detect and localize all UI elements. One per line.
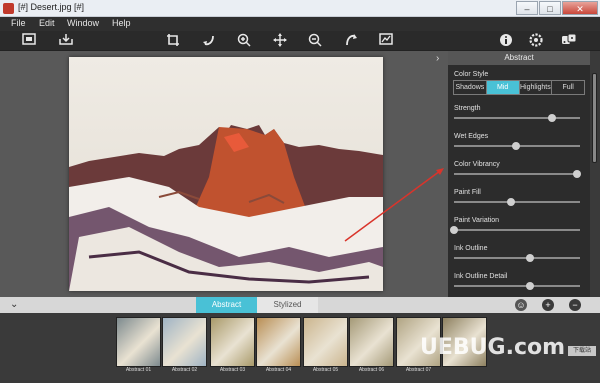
- color-style-full[interactable]: Full: [552, 81, 584, 94]
- strength-slider-handle[interactable]: [548, 114, 557, 122]
- color-style-label: Color Style: [454, 71, 489, 78]
- paint-variation-slider-handle[interactable]: [450, 226, 458, 234]
- ink-outline-detail-slider[interactable]: [454, 282, 580, 290]
- rotate-right-icon[interactable]: [343, 33, 359, 49]
- save-icon[interactable]: [58, 33, 74, 49]
- preset-thumbnail[interactable]: [116, 317, 161, 367]
- collapse-presets-chevron-icon[interactable]: ⌄: [10, 299, 18, 310]
- preset-thumbnail[interactable]: [162, 317, 207, 367]
- paint-fill-label: Paint Fill: [454, 189, 481, 196]
- remove-preset-button[interactable]: −: [569, 299, 581, 311]
- preset-thumbnail[interactable]: [210, 317, 255, 367]
- menu-bar: File Edit Window Help: [0, 17, 600, 31]
- preset-thumbnail[interactable]: [256, 317, 301, 367]
- watermark-badge: 下载站: [568, 346, 596, 356]
- tab-stylized[interactable]: Stylized: [257, 297, 318, 313]
- menu-edit[interactable]: Edit: [39, 18, 55, 28]
- ink-outline-slider[interactable]: [454, 254, 580, 262]
- preset-thumbnail[interactable]: [349, 317, 394, 367]
- settings-icon[interactable]: [528, 33, 544, 49]
- preset-bar: ⌄ Abstract Stylized ☺ + −: [0, 297, 600, 313]
- preset-caption: Abstract 01: [125, 367, 152, 373]
- tab-abstract[interactable]: Abstract: [196, 297, 257, 313]
- canvas-area[interactable]: [0, 51, 448, 297]
- fit-view-icon[interactable]: [21, 33, 37, 49]
- menu-file[interactable]: File: [11, 18, 26, 28]
- strength-label: Strength: [454, 105, 481, 112]
- wet-edges-slider-handle[interactable]: [511, 142, 520, 150]
- preset-library-icon[interactable]: ☺: [515, 299, 527, 311]
- paint-variation-slider[interactable]: [450, 226, 580, 234]
- preset-caption: Abstract 05: [312, 367, 339, 373]
- compare-icon[interactable]: [378, 33, 394, 49]
- minimize-button[interactable]: –: [516, 1, 538, 15]
- rotate-left-icon[interactable]: [201, 33, 217, 49]
- color-style-highlights[interactable]: Highlights: [520, 81, 553, 94]
- toolbar: [0, 31, 600, 51]
- strength-slider[interactable]: [454, 114, 580, 122]
- paint-variation-label: Paint Variation: [454, 217, 500, 224]
- pan-icon[interactable]: [272, 33, 288, 49]
- panel-scrollbar[interactable]: [590, 51, 600, 297]
- settings-panel: Abstract Color Style Shadows Mid Highlig…: [448, 51, 590, 297]
- paint-fill-slider[interactable]: [454, 198, 580, 206]
- color-vibrancy-label: Color Vibrancy: [454, 161, 500, 168]
- watermark-text: UEBUG.com: [420, 335, 566, 360]
- close-button[interactable]: ✕: [562, 1, 598, 15]
- wet-edges-slider[interactable]: [454, 142, 580, 150]
- zoom-out-icon[interactable]: [307, 33, 323, 49]
- preset-thumbnail[interactable]: [303, 317, 348, 367]
- menu-help[interactable]: Help: [112, 18, 131, 28]
- preset-caption: Abstract 06: [358, 367, 385, 373]
- random-dice-icon[interactable]: [561, 33, 577, 49]
- info-icon[interactable]: [498, 33, 514, 49]
- ink-outline-detail-slider-handle[interactable]: [525, 282, 534, 290]
- wet-edges-label: Wet Edges: [454, 133, 489, 140]
- color-style-selector: Shadows Mid Highlights Full: [453, 80, 585, 95]
- zoom-in-icon[interactable]: [236, 33, 252, 49]
- preset-caption: Abstract 02: [171, 367, 198, 373]
- paint-fill-slider-handle[interactable]: [506, 198, 515, 206]
- ink-outline-slider-handle[interactable]: [525, 254, 534, 262]
- maximize-button[interactable]: □: [539, 1, 561, 15]
- preset-caption: Abstract 03: [219, 367, 246, 373]
- app-icon: [3, 3, 14, 14]
- ink-outline-label: Ink Outline: [454, 245, 488, 252]
- add-preset-button[interactable]: +: [542, 299, 554, 311]
- collapse-panel-chevron-icon[interactable]: ›: [436, 53, 446, 65]
- color-vibrancy-slider[interactable]: [454, 170, 582, 178]
- color-style-shadows[interactable]: Shadows: [454, 81, 487, 94]
- preset-caption: Abstract 07: [405, 367, 432, 373]
- panel-scrollbar-thumb[interactable]: [592, 73, 597, 163]
- menu-window[interactable]: Window: [67, 18, 99, 28]
- preset-caption: Abstract 04: [265, 367, 292, 373]
- color-style-mid[interactable]: Mid: [486, 81, 520, 94]
- title-bar: [#] Desert.jpg [#] – □ ✕: [0, 0, 600, 17]
- crop-icon[interactable]: [165, 33, 181, 49]
- ink-outline-detail-label: Ink Outline Detail: [454, 273, 508, 280]
- panel-header: Abstract: [448, 51, 590, 65]
- window-title: [#] Desert.jpg [#]: [18, 2, 85, 12]
- color-vibrancy-slider-handle[interactable]: [573, 170, 582, 178]
